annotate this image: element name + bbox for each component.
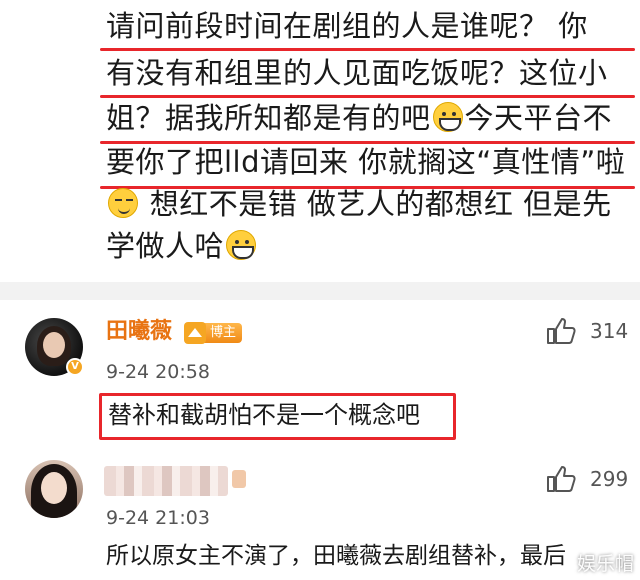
blurred-username[interactable] xyxy=(104,466,228,496)
avatar-face xyxy=(43,332,65,358)
comment-text: 替补和截胡怕不是一个概念吧 xyxy=(108,401,420,429)
crown-icon xyxy=(184,322,206,344)
post-line-4: 要你了把lld请回来 你就搁这“真性情”啦 xyxy=(106,145,626,179)
grin-emoji-icon xyxy=(226,230,257,260)
like-count: 314 xyxy=(590,319,629,343)
watermark: 娱乐帽 xyxy=(576,553,634,575)
like-count: 299 xyxy=(590,467,629,491)
smirk-emoji-icon xyxy=(108,188,138,218)
post-body: 请问前段时间在剧组的人是谁呢？ 你 有没有和组里的人见面吃饭呢？这位小 姐？据我… xyxy=(0,0,640,282)
post-line-6: 学做人哈 xyxy=(106,226,258,266)
blurred-badge xyxy=(232,470,246,488)
section-divider xyxy=(0,282,640,300)
like-button[interactable]: 314 xyxy=(546,317,628,345)
blog-owner-label: 博主 xyxy=(204,323,243,343)
thumbs-up-icon xyxy=(547,466,576,492)
post-line-5-text: 想红不是错 做艺人的都想红 但是先 xyxy=(149,187,612,221)
red-underline-1 xyxy=(100,48,635,51)
post-line-2: 有没有和组里的人见面吃饭呢？这位小 xyxy=(106,56,608,90)
comment-username[interactable]: 田曦薇 xyxy=(106,318,172,346)
grin-emoji-icon xyxy=(432,102,463,132)
thumbs-up-icon xyxy=(547,318,576,344)
comment-text: 所以原女主不演了，田曦薇去剧组替补，最后 xyxy=(106,543,566,569)
post-line-3-text-a: 姐？据我所知都是有的吧 xyxy=(106,101,431,135)
post-line-3-text-b: 今天平台不 xyxy=(464,101,613,135)
post-line-6-text: 学做人哈 xyxy=(106,229,225,263)
post-line-5: 想红不是错 做艺人的都想红 但是先 xyxy=(106,184,612,224)
comment-item: 9-24 21:03 299 所以原女主不演了，田曦薇去剧组替补，最后 xyxy=(0,444,640,580)
post-line-1: 请问前段时间在剧组的人是谁呢？ 你 xyxy=(106,9,588,43)
avatar[interactable] xyxy=(25,460,83,518)
comment-time: 9-24 21:03 xyxy=(106,507,210,529)
comment-time: 9-24 20:58 xyxy=(106,361,210,383)
blog-owner-badge: 博主 xyxy=(184,322,243,344)
avatar-face xyxy=(41,472,67,504)
post-line-3: 姐？据我所知都是有的吧 今天平台不 xyxy=(106,98,612,138)
verified-v-icon: V xyxy=(66,358,84,376)
like-button[interactable]: 299 xyxy=(546,465,628,493)
